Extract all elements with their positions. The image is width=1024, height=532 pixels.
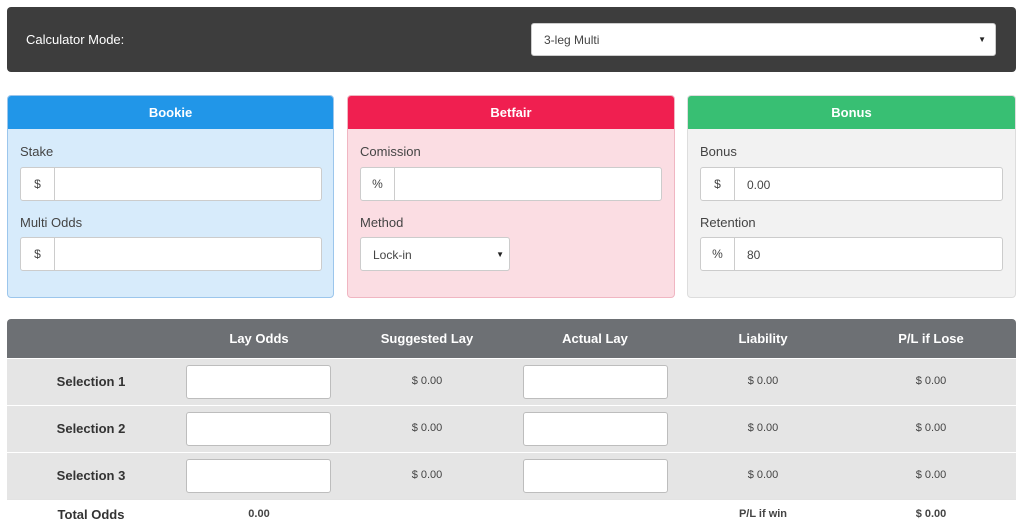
suggested-lay-value: $ 0.00 xyxy=(411,469,443,481)
selection-label: Selection 1 xyxy=(56,374,126,389)
table-row: Selection 1 $ 0.00 $ 0.00 $ 0.00 xyxy=(7,358,1016,405)
lay-odds-input[interactable] xyxy=(186,412,331,446)
lay-odds-input[interactable] xyxy=(186,365,331,399)
calculator-mode-select[interactable]: 3-leg Multi ▼ xyxy=(531,23,996,56)
bonus-label: Bonus xyxy=(700,144,737,159)
selections-table: Lay Odds Suggested Lay Actual Lay Liabil… xyxy=(7,319,1016,529)
multi-odds-label: Multi Odds xyxy=(20,215,83,230)
lay-odds-input[interactable] xyxy=(186,459,331,493)
method-value: Lock-in xyxy=(373,248,412,262)
stake-input[interactable]: $ xyxy=(20,167,322,201)
chevron-down-icon: ▼ xyxy=(978,35,986,44)
table-row: Selection 2 $ 0.00 $ 0.00 $ 0.00 xyxy=(7,405,1016,452)
calculator-mode-label: Calculator Mode: xyxy=(26,32,125,47)
total-odds-value: 0.00 xyxy=(248,508,270,520)
calculator-mode-bar: Calculator Mode: 3-leg Multi ▼ xyxy=(7,7,1016,72)
commission-input[interactable]: % xyxy=(360,167,662,201)
bonus-value: 0.00 xyxy=(747,178,771,192)
stake-label: Stake xyxy=(20,144,54,159)
bonus-input[interactable]: $ 0.00 xyxy=(700,167,1003,201)
header-liability: Liability xyxy=(738,331,788,346)
header-actual-lay: Actual Lay xyxy=(562,331,628,346)
liability-value: $ 0.00 xyxy=(747,422,779,434)
liability-value: $ 0.00 xyxy=(747,469,779,481)
selection-label: Selection 3 xyxy=(56,468,126,483)
total-odds-label: Total Odds xyxy=(57,507,125,522)
dollar-addon: $ xyxy=(21,238,55,270)
table-header: Lay Odds Suggested Lay Actual Lay Liabil… xyxy=(7,319,1016,358)
pl-lose-value: $ 0.00 xyxy=(915,469,947,481)
method-select[interactable]: Lock-in ▼ xyxy=(360,237,510,271)
bonus-panel-title: Bonus xyxy=(688,96,1015,129)
percent-addon: % xyxy=(701,238,735,270)
actual-lay-input[interactable] xyxy=(523,459,668,493)
pl-if-win-value: $ 0.00 xyxy=(915,508,947,520)
total-row: Total Odds 0.00 P/L if win $ 0.00 xyxy=(7,499,1016,529)
selection-label: Selection 2 xyxy=(56,421,126,436)
header-suggested-lay: Suggested Lay xyxy=(380,331,474,346)
multi-odds-input[interactable]: $ xyxy=(20,237,322,271)
calculator-mode-value: 3-leg Multi xyxy=(544,33,600,47)
betfair-panel: Betfair Comission % Method Lock-in ▼ xyxy=(347,95,675,298)
retention-label: Retention xyxy=(700,215,756,230)
pl-if-win-label: P/L if win xyxy=(738,508,788,520)
pl-lose-value: $ 0.00 xyxy=(915,375,947,387)
dollar-addon: $ xyxy=(701,168,735,200)
percent-addon: % xyxy=(361,168,395,200)
suggested-lay-value: $ 0.00 xyxy=(411,375,443,387)
dollar-addon: $ xyxy=(21,168,55,200)
commission-label: Comission xyxy=(360,144,421,159)
suggested-lay-value: $ 0.00 xyxy=(411,422,443,434)
bookie-panel-title: Bookie xyxy=(8,96,333,129)
method-label: Method xyxy=(360,215,404,230)
header-lay-odds: Lay Odds xyxy=(229,331,289,346)
table-row: Selection 3 $ 0.00 $ 0.00 $ 0.00 xyxy=(7,452,1016,499)
retention-value: 80 xyxy=(747,248,761,262)
chevron-down-icon: ▼ xyxy=(496,250,504,259)
actual-lay-input[interactable] xyxy=(523,365,668,399)
actual-lay-input[interactable] xyxy=(523,412,668,446)
liability-value: $ 0.00 xyxy=(747,375,779,387)
retention-input[interactable]: % 80 xyxy=(700,237,1003,271)
header-pl-if-lose: P/L if Lose xyxy=(898,331,964,346)
bookie-panel: Bookie Stake $ Multi Odds $ xyxy=(7,95,334,298)
betfair-panel-title: Betfair xyxy=(348,96,674,129)
bonus-panel: Bonus Bonus $ 0.00 Retention % 80 xyxy=(687,95,1016,298)
pl-lose-value: $ 0.00 xyxy=(915,422,947,434)
